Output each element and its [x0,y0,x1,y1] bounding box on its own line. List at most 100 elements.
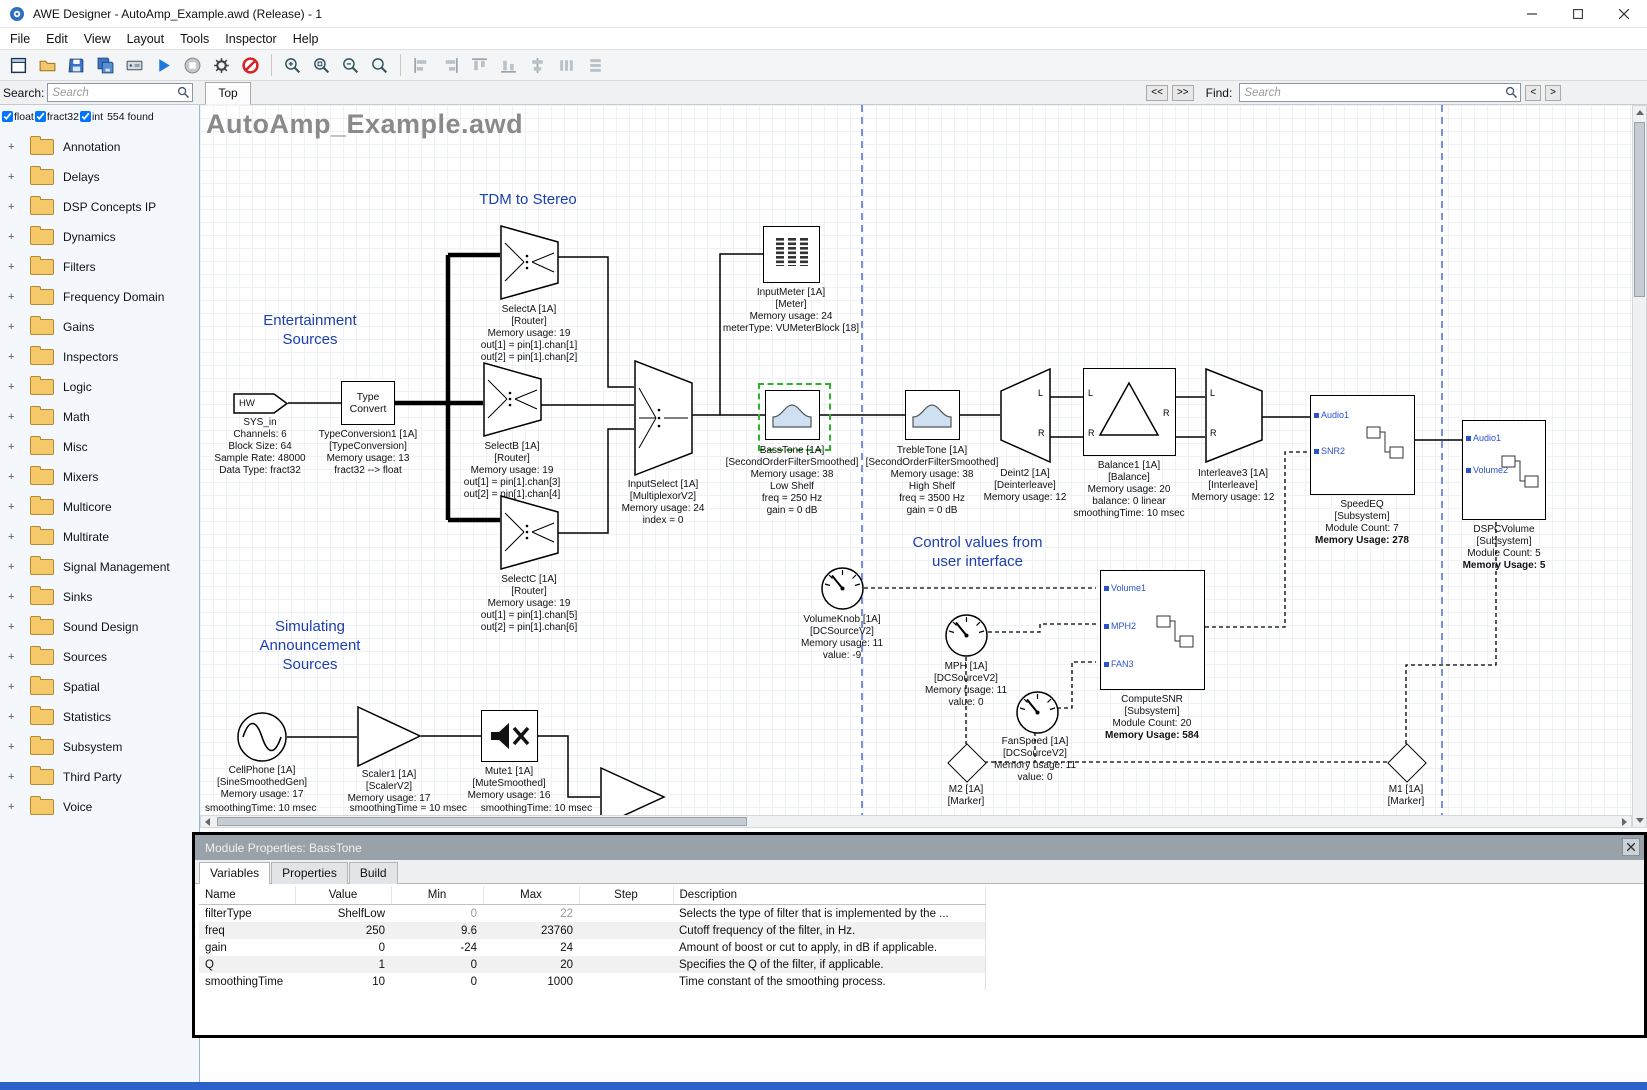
annotation-tdm-to-stereo[interactable]: TDM to Stereo [448,190,608,209]
expand-icon[interactable]: + [8,501,20,513]
menu-item[interactable]: Edit [38,30,76,48]
canvas-vscrollbar[interactable] [1632,105,1647,828]
column-header-step[interactable]: Step [579,886,673,905]
var-value[interactable]: ShelfLow [295,905,391,923]
hscroll-thumb[interactable] [217,817,747,826]
column-header-description[interactable]: Description [673,886,985,905]
expand-icon[interactable]: + [8,321,20,333]
sidebar-category[interactable]: + Misc [0,432,199,462]
expand-icon[interactable]: + [8,681,20,693]
pin-fan3[interactable]: FAN3 [1104,659,1134,669]
type-filter[interactable]: int [80,111,103,123]
block-inputselect[interactable] [634,360,693,481]
build-run-icon[interactable] [150,52,177,78]
align-bottom-icon[interactable] [495,52,522,78]
sidebar-category[interactable]: + Signal Management [0,552,199,582]
expand-icon[interactable]: + [8,231,20,243]
block-typeconversion1[interactable]: Type Convert [341,381,395,425]
scroll-left-arrow[interactable] [205,818,210,826]
sidebar-category[interactable]: + DSP Concepts IP [0,192,199,222]
find-prev-button[interactable]: < [1525,85,1541,101]
type-filter[interactable]: float [2,111,34,123]
block-inputmeter[interactable] [763,226,820,283]
block-interleave3[interactable] [1205,368,1263,469]
block-fanspeed[interactable] [1015,690,1060,740]
block-speedeq[interactable]: Audio1 SNR2 [1310,395,1415,495]
expand-icon[interactable]: + [8,801,20,813]
variable-row[interactable]: gain 0 -24 24 Amount of boost or cut to … [199,939,985,956]
expand-icon[interactable]: + [8,411,20,423]
sidebar-category[interactable]: + Filters [0,252,199,282]
tab-build[interactable]: Build [349,862,398,884]
block-dspcvolume[interactable]: Audio1 Volume2 [1462,420,1546,520]
expand-icon[interactable]: + [8,171,20,183]
sidebar-category[interactable]: + Voice [0,792,199,822]
var-value[interactable]: 1 [295,956,391,973]
zoom-selection-icon[interactable] [366,52,393,78]
variable-row[interactable]: smoothingTime 10 0 1000 Time constant of… [199,973,985,990]
target-hardware-icon[interactable] [121,52,148,78]
scroll-up-arrow[interactable] [1636,110,1644,115]
find-search-icon[interactable] [1505,86,1518,99]
sidebar-category[interactable]: + Multirate [0,522,199,552]
sidebar-category[interactable]: + Mixers [0,462,199,492]
vscroll-thumb[interactable] [1634,122,1645,297]
menu-item[interactable]: View [76,30,119,48]
sidebar-category[interactable]: + Gains [0,312,199,342]
block-cellphone[interactable] [236,711,288,768]
save-as-icon[interactable] [92,52,119,78]
pin-snr2[interactable]: SNR2 [1314,446,1345,456]
distribute-horizontal-icon[interactable] [553,52,580,78]
variable-row[interactable]: freq 250 9.6 23760 Cutoff frequency of t… [199,922,985,939]
align-right-icon[interactable] [437,52,464,78]
sidebar-category[interactable]: + Math [0,402,199,432]
sidebar-category[interactable]: + Multicore [0,492,199,522]
pin-volume1[interactable]: Volume1 [1104,583,1146,593]
block-mph[interactable] [944,613,989,663]
expand-icon[interactable]: + [8,351,20,363]
find-next-button[interactable]: > [1545,85,1561,101]
column-header-max[interactable]: Max [483,886,579,905]
halt-icon[interactable] [237,52,264,78]
save-icon[interactable] [63,52,90,78]
expand-icon[interactable]: + [8,591,20,603]
expand-icon[interactable]: + [8,531,20,543]
menu-item[interactable]: Inspector [217,30,284,48]
block-partial-scaler[interactable] [600,767,666,815]
maximize-button[interactable] [1555,0,1601,27]
expand-icon[interactable]: + [8,201,20,213]
sidebar-category[interactable]: + Delays [0,162,199,192]
close-button[interactable] [1601,0,1647,27]
expand-icon[interactable]: + [8,711,20,723]
sidebar-category[interactable]: + Third Party [0,762,199,792]
block-selectb[interactable] [483,362,542,442]
block-scaler1[interactable] [357,706,422,772]
menu-item[interactable]: Layout [119,30,173,48]
expand-icon[interactable]: + [8,741,20,753]
sidebar-category[interactable]: + Frequency Domain [0,282,199,312]
expand-icon[interactable]: + [8,141,20,153]
find-input[interactable] [1239,83,1521,102]
expand-icon[interactable]: + [8,441,20,453]
menu-item[interactable]: File [2,30,38,48]
annotation-control-values[interactable]: Control values from user interface [895,533,1060,571]
sidebar-category[interactable]: + Dynamics [0,222,199,252]
column-header-value[interactable]: Value [295,886,391,905]
propagate-changes-icon[interactable] [208,52,235,78]
minimize-button[interactable] [1509,0,1555,27]
tab-properties[interactable]: Properties [271,862,348,884]
pin-audio1[interactable]: Audio1 [1466,433,1501,443]
expand-icon[interactable]: + [8,621,20,633]
scroll-down-arrow[interactable] [1636,818,1644,823]
align-top-icon[interactable] [466,52,493,78]
sidebar-category[interactable]: + Annotation [0,132,199,162]
expand-icon[interactable]: + [8,651,20,663]
sidebar-category[interactable]: + Sound Design [0,612,199,642]
variable-row[interactable]: filterType ShelfLow 0 22 Selects the typ… [199,905,985,923]
distribute-vertical-icon[interactable] [582,52,609,78]
block-deint2[interactable] [1000,368,1051,469]
close-properties-button[interactable] [1622,838,1640,856]
open-folder-icon[interactable] [34,52,61,78]
new-file-icon[interactable] [5,52,32,78]
sidebar-category[interactable]: + Statistics [0,702,199,732]
